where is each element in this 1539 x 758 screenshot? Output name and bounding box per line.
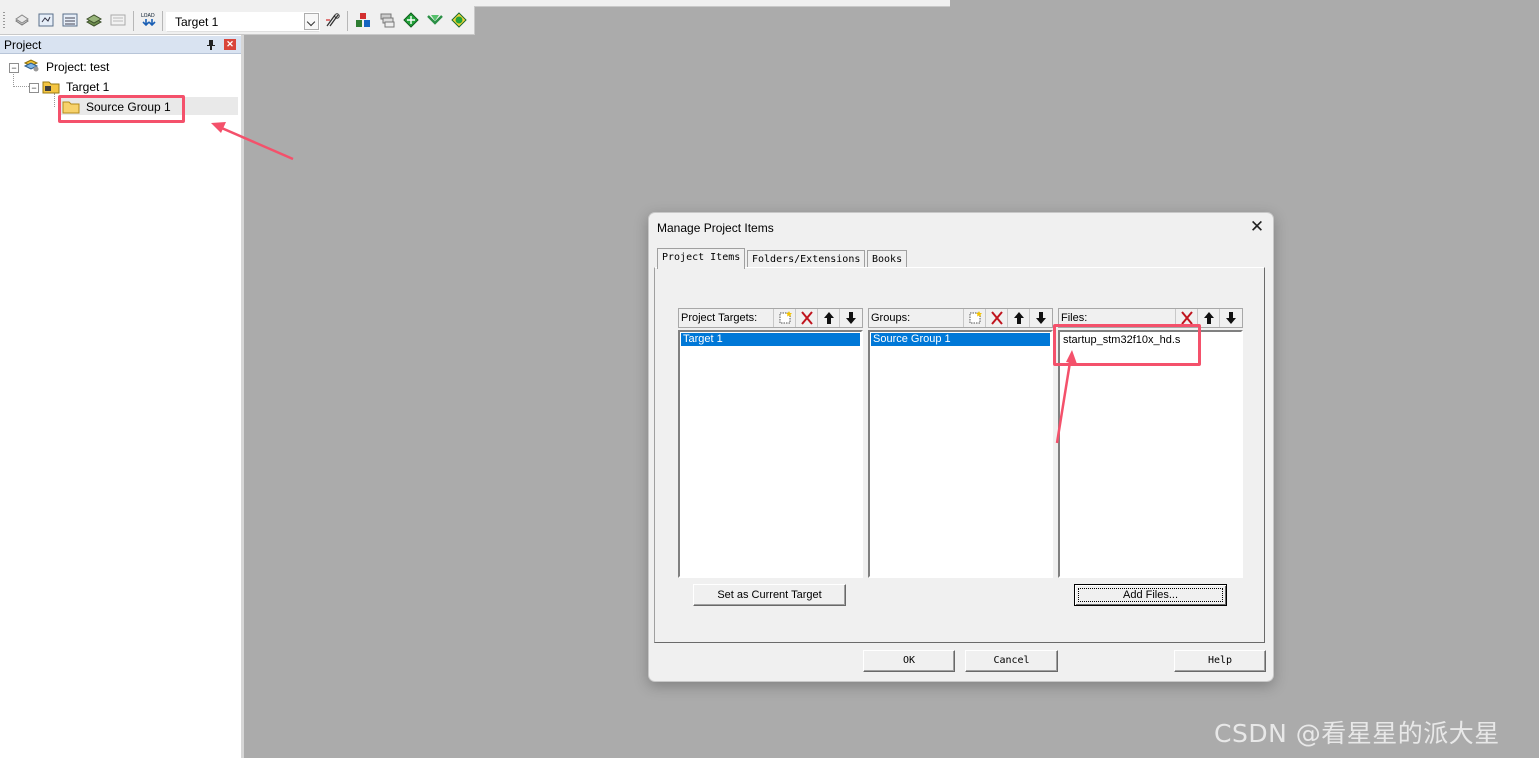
move-group-up-button[interactable] — [1007, 309, 1030, 327]
project-window: Project ✕ − Project: test − Target 1 Sou… — [0, 35, 244, 758]
arrow-down-icon — [1036, 312, 1046, 324]
build-icon[interactable] — [37, 11, 55, 29]
arrow-down-icon — [846, 312, 856, 324]
list-item[interactable]: Source Group 1 — [871, 333, 1050, 346]
build-toolbar: LOAD Target 1 — [0, 6, 475, 35]
targets-list[interactable]: Target 1 — [678, 330, 863, 578]
arrow-down-icon — [1226, 312, 1236, 324]
tree-connector — [13, 71, 14, 87]
pin-icon[interactable] — [206, 39, 216, 50]
watermark: CSDN @看星星的派大星 — [1214, 719, 1500, 748]
groups-list[interactable]: Source Group 1 — [868, 330, 1053, 578]
delete-group-button[interactable] — [985, 309, 1008, 327]
set-current-target-label: Set as Current Target — [717, 589, 822, 601]
translate-icon[interactable] — [13, 11, 31, 29]
debug-icon[interactable] — [450, 11, 468, 29]
svg-text:LOAD: LOAD — [141, 13, 155, 19]
manage-project-items-dialog: Manage Project Items ✕ Project Items Fol… — [648, 212, 1274, 682]
targets-header: Project Targets: — [678, 308, 863, 328]
focus-rectangle — [1078, 588, 1223, 602]
move-file-down-button[interactable] — [1219, 309, 1242, 327]
batch-build-icon[interactable] — [85, 11, 103, 29]
project-icon — [23, 59, 39, 72]
toolbar-separator — [347, 11, 348, 31]
toolbar-separator — [133, 11, 134, 31]
move-target-up-button[interactable] — [817, 309, 840, 327]
arrow-up-icon — [824, 312, 834, 324]
target-select[interactable]: Target 1 — [166, 12, 320, 32]
help-label: Help — [1207, 655, 1233, 666]
move-group-down-button[interactable] — [1029, 309, 1052, 327]
new-target-button[interactable] — [773, 309, 796, 327]
targets-header-label: Project Targets: — [681, 312, 758, 324]
tree-connector — [54, 93, 55, 107]
list-item[interactable]: Target 1 — [681, 333, 860, 346]
files-header-label: Files: — [1061, 312, 1088, 324]
arrow-up-icon — [1204, 312, 1214, 324]
groups-header-label: Groups: — [871, 312, 911, 324]
target-select-value: Target 1 — [175, 15, 219, 29]
tab-project-items[interactable]: Project Items — [657, 248, 746, 269]
ok-button[interactable]: OK — [863, 650, 955, 672]
cancel-label: Cancel — [993, 655, 1030, 666]
toolbar-grip[interactable] — [3, 12, 5, 30]
tree-connector — [13, 86, 29, 87]
tree-item-project[interactable]: Project: test — [46, 60, 109, 74]
groups-header: Groups: — [868, 308, 1053, 328]
files-list[interactable]: startup_stm32f10x_hd.s — [1058, 330, 1243, 578]
new-item-icon — [779, 311, 792, 324]
ok-label: OK — [902, 655, 916, 666]
set-current-target-button[interactable]: Set as Current Target — [693, 584, 846, 606]
tree-item-target[interactable]: Target 1 — [66, 80, 109, 94]
toolbar-separator — [162, 11, 163, 31]
tab-panel: Project Targets: Target 1 Groups: Source… — [654, 267, 1265, 643]
chevron-down-icon[interactable] — [304, 13, 319, 30]
dialog-title: Manage Project Items — [657, 221, 774, 235]
rebuild-icon[interactable] — [61, 11, 79, 29]
cancel-button[interactable]: Cancel — [965, 650, 1058, 672]
manage-components-icon[interactable] — [354, 11, 372, 29]
load-icon[interactable]: LOAD — [140, 11, 158, 29]
close-icon[interactable]: ✕ — [224, 39, 236, 50]
help-button[interactable]: Help — [1174, 650, 1266, 672]
close-icon[interactable]: ✕ — [1249, 218, 1265, 235]
pack-installer-icon[interactable] — [402, 11, 420, 29]
project-window-title: Project — [4, 38, 42, 52]
options-icon[interactable] — [324, 11, 342, 29]
add-files-button[interactable]: Add Files... — [1074, 584, 1227, 606]
annotation-highlight-box — [58, 95, 185, 123]
annotation-highlight-box — [1053, 324, 1201, 366]
delete-icon — [991, 311, 1003, 325]
delete-target-button[interactable] — [795, 309, 818, 327]
select-packs-icon[interactable] — [378, 11, 396, 29]
stop-build-icon[interactable] — [109, 11, 127, 29]
new-group-button[interactable] — [963, 309, 986, 327]
tree-collapse-toggle[interactable]: − — [9, 63, 19, 73]
project-window-header: Project ✕ — [0, 36, 241, 54]
tree-collapse-toggle[interactable]: − — [29, 83, 39, 93]
new-item-icon — [969, 311, 982, 324]
target-folder-icon — [42, 81, 60, 94]
delete-icon — [801, 311, 813, 325]
move-target-down-button[interactable] — [839, 309, 862, 327]
arrow-up-icon — [1014, 312, 1024, 324]
run-time-environment-icon[interactable] — [426, 11, 444, 29]
